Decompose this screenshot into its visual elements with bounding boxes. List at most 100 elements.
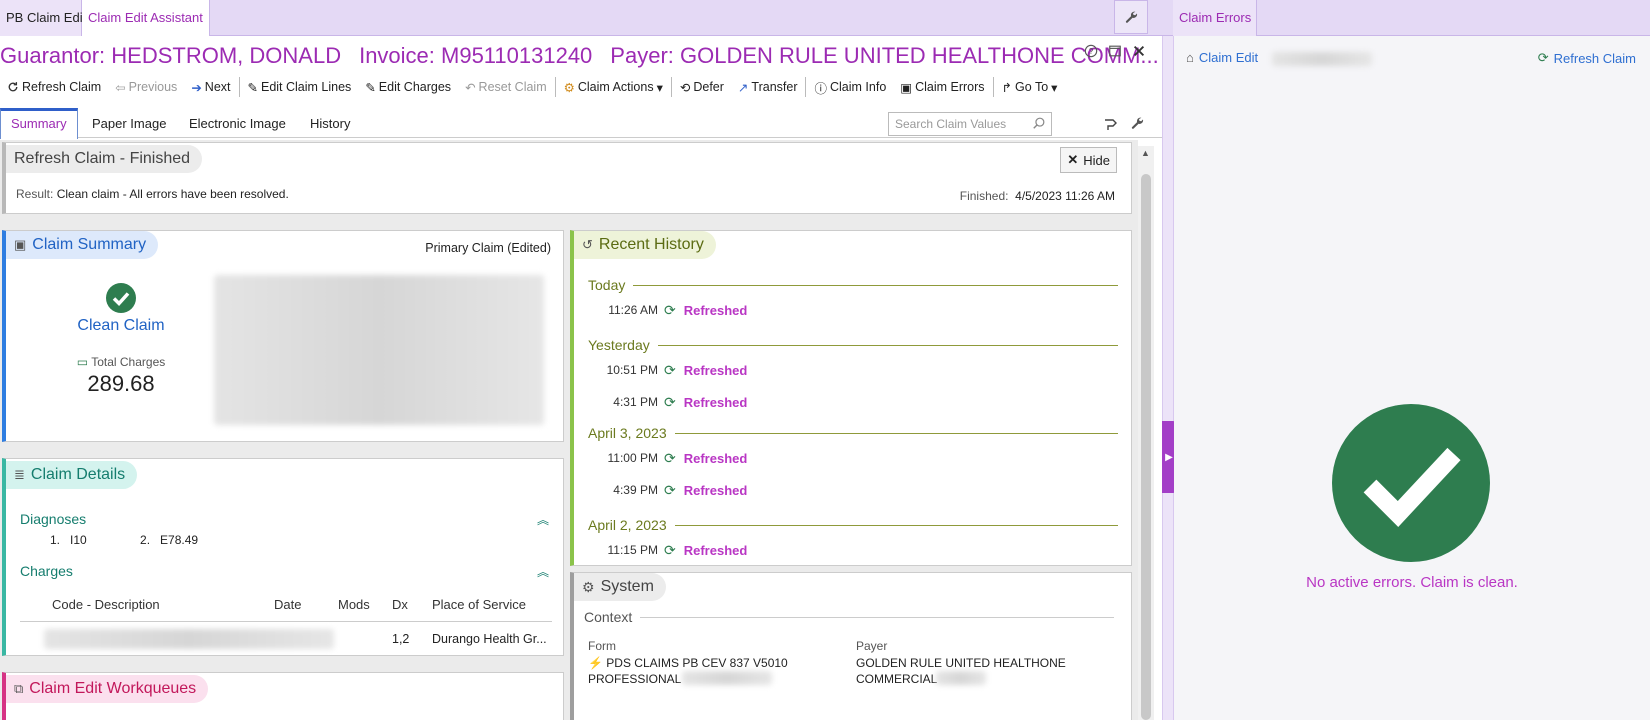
edit-claim-lines-button[interactable]: ✎ Edit Claim Lines [241, 76, 359, 98]
history-day-yesterday: Yesterday [588, 337, 1118, 353]
workqueues-title: Claim Edit Workqueues [29, 680, 197, 697]
top-tab-bar: PB Claim Edit Claim Edit Assistant Claim… [0, 0, 1650, 37]
caret-down-icon: ▾ [1051, 80, 1058, 95]
result-label: Result: [16, 187, 54, 201]
edit-charges-button[interactable]: ✎ Edit Charges [358, 76, 458, 98]
charges-table-header: Code - Description Date Mods Dx Place of… [52, 597, 552, 617]
history-entry: 4:31 PM ⟳ Refreshed [574, 391, 1114, 413]
redacted-claim-id [1272, 52, 1372, 66]
previous-label: Previous [128, 80, 178, 94]
claim-details-header: ≣ Claim Details [6, 461, 138, 489]
form-label: Form [588, 639, 616, 653]
tab-electronic-image[interactable]: Electronic Image [179, 110, 296, 138]
tab-pb-claim-edit[interactable]: PB Claim Edit [0, 0, 86, 36]
defer-button[interactable]: ⟲ Defer [673, 76, 731, 98]
tab-summary[interactable]: Summary [0, 108, 78, 139]
entry-time: 4:39 PM [613, 483, 658, 497]
claim-actions-menu[interactable]: ⚙ Claim Actions ▾ [557, 76, 670, 98]
pane-splitter[interactable] [1162, 36, 1174, 720]
system-card: ⚙ System Context Form ⚡ PDS CLAIMS PB CEV… [570, 572, 1132, 720]
help-icon[interactable]: ? [1084, 44, 1098, 63]
next-button[interactable]: ➔ Next [184, 76, 237, 98]
row-place-of-service: Durango Health Gr... [432, 632, 547, 646]
search-placeholder: Search Claim Values [895, 117, 1007, 131]
table-row[interactable]: 1,2 Durango Health Gr... [44, 629, 552, 651]
transfer-label: Transfer [751, 80, 798, 94]
finished-value: 4/5/2023 11:26 AM [1015, 189, 1115, 203]
history-entry: 11:00 PM ⟳ Refreshed [574, 447, 1114, 469]
refresh-claim-button[interactable]: Refresh Claim [0, 76, 108, 98]
refresh-icon: ⟳ [664, 541, 676, 558]
claim-errors-label: Claim Errors [915, 80, 985, 94]
claim-summary-title: Claim Summary [32, 236, 147, 253]
col-date: Date [274, 597, 302, 612]
claim-errors-pane: ⌂ Claim Edit ⟳ Refresh Claim No active err… [1174, 36, 1650, 720]
dx1-code: I10 [70, 533, 87, 547]
collapse-charges-icon[interactable]: ︽ [537, 563, 549, 580]
entry-time: 4:31 PM [613, 395, 658, 409]
svg-text:?: ? [1089, 47, 1094, 56]
hide-button[interactable]: ✕ Hide [1060, 147, 1117, 173]
refresh-claim-link[interactable]: ⟳ Refresh Claim [1538, 50, 1636, 66]
recent-history-title: Recent History [598, 236, 704, 253]
page-title: Guarantor: HEDSTROM, DONALD Invoice: M951… [0, 40, 1177, 72]
refresh-title: Refresh Claim - Finished [6, 145, 203, 173]
money-icon: ▭ [76, 355, 89, 369]
refresh-result: Result: Clean claim - All errors have be… [16, 187, 289, 201]
dx2-code: E78.49 [160, 533, 199, 547]
refresh-icon: ⟳ [1537, 50, 1549, 65]
entry-event: Refreshed [683, 394, 748, 410]
scroll-thumb[interactable] [1141, 174, 1151, 720]
history-entry: 10:51 PM ⟳ Refreshed [574, 359, 1114, 381]
row-dx: 1,2 [392, 632, 410, 646]
day-label: April 2, 2023 [588, 517, 667, 533]
claim-info-button[interactable]: ⓘ Claim Info [807, 76, 893, 98]
refresh-icon: ⟳ [664, 361, 676, 378]
wrench-icon[interactable] [1114, 0, 1148, 34]
col-mods: Mods [338, 597, 370, 612]
scrollbar[interactable]: ▲ [1138, 146, 1154, 720]
tab-claim-errors[interactable]: Claim Errors [1173, 0, 1257, 36]
tab-claim-edit-assistant[interactable]: Claim Edit Assistant [82, 0, 210, 37]
history-day-today: Today [588, 277, 1118, 293]
scroll-up-icon[interactable]: ▲ [1141, 148, 1150, 158]
errors-icon: ▣ [900, 80, 913, 95]
wrench-icon[interactable] [1130, 116, 1144, 137]
search-claim-values-input[interactable]: Search Claim Values [888, 112, 1052, 136]
reset-claim-button[interactable]: ↶ Reset Claim [458, 76, 554, 98]
payer-value-line1: GOLDEN RULE UNITED HEALTHONE [856, 656, 1066, 670]
redacted-form-suffix [682, 671, 772, 685]
claim-edit-link[interactable]: ⌂ Claim Edit [1186, 50, 1258, 65]
tab-paper-image[interactable]: Paper Image [82, 110, 176, 138]
claim-errors-button[interactable]: ▣ Claim Errors [893, 76, 991, 98]
workqueues-header: ⧉ Claim Edit Workqueues [6, 675, 209, 703]
total-charges-label: ▭ Total Charges [6, 355, 236, 369]
previous-button[interactable]: ⇦ Previous [108, 76, 184, 98]
gears-icon: ⚙ [582, 579, 595, 595]
go-to-menu[interactable]: ↱ Go To ▾ [995, 76, 1065, 98]
col-pos: Place of Service [432, 597, 526, 612]
toolbar-separator [554, 77, 556, 97]
tab-history[interactable]: History [300, 110, 360, 138]
search-icon[interactable] [1032, 116, 1046, 133]
close-icon[interactable] [1132, 44, 1146, 63]
no-errors-message: No active errors. Claim is clean. [1306, 574, 1518, 591]
day-label: April 3, 2023 [588, 425, 667, 441]
transfer-button[interactable]: ↗ Transfer [731, 76, 805, 98]
col-dx: Dx [392, 597, 408, 612]
actions-icon: ⚙ [563, 80, 575, 95]
pin-icon[interactable] [1102, 116, 1118, 137]
maximize-icon[interactable] [1108, 44, 1122, 63]
diagnosis-list: 1. I10 2. E78.49 [50, 533, 198, 547]
entry-event: Refreshed [683, 450, 748, 466]
pencil-icon: ✎ [365, 80, 376, 95]
reset-claim-label: Reset Claim [478, 80, 547, 94]
refresh-icon: ⟳ [664, 449, 676, 466]
medkit-icon: ▣ [14, 237, 27, 252]
entry-time: 11:26 AM [608, 303, 658, 317]
defer-icon: ⟲ [679, 80, 691, 95]
info-icon: ⓘ [814, 81, 827, 96]
toolbar-separator [992, 77, 994, 97]
collapse-diagnoses-icon[interactable]: ︽ [537, 511, 549, 528]
caret-down-icon: ▾ [656, 80, 663, 95]
